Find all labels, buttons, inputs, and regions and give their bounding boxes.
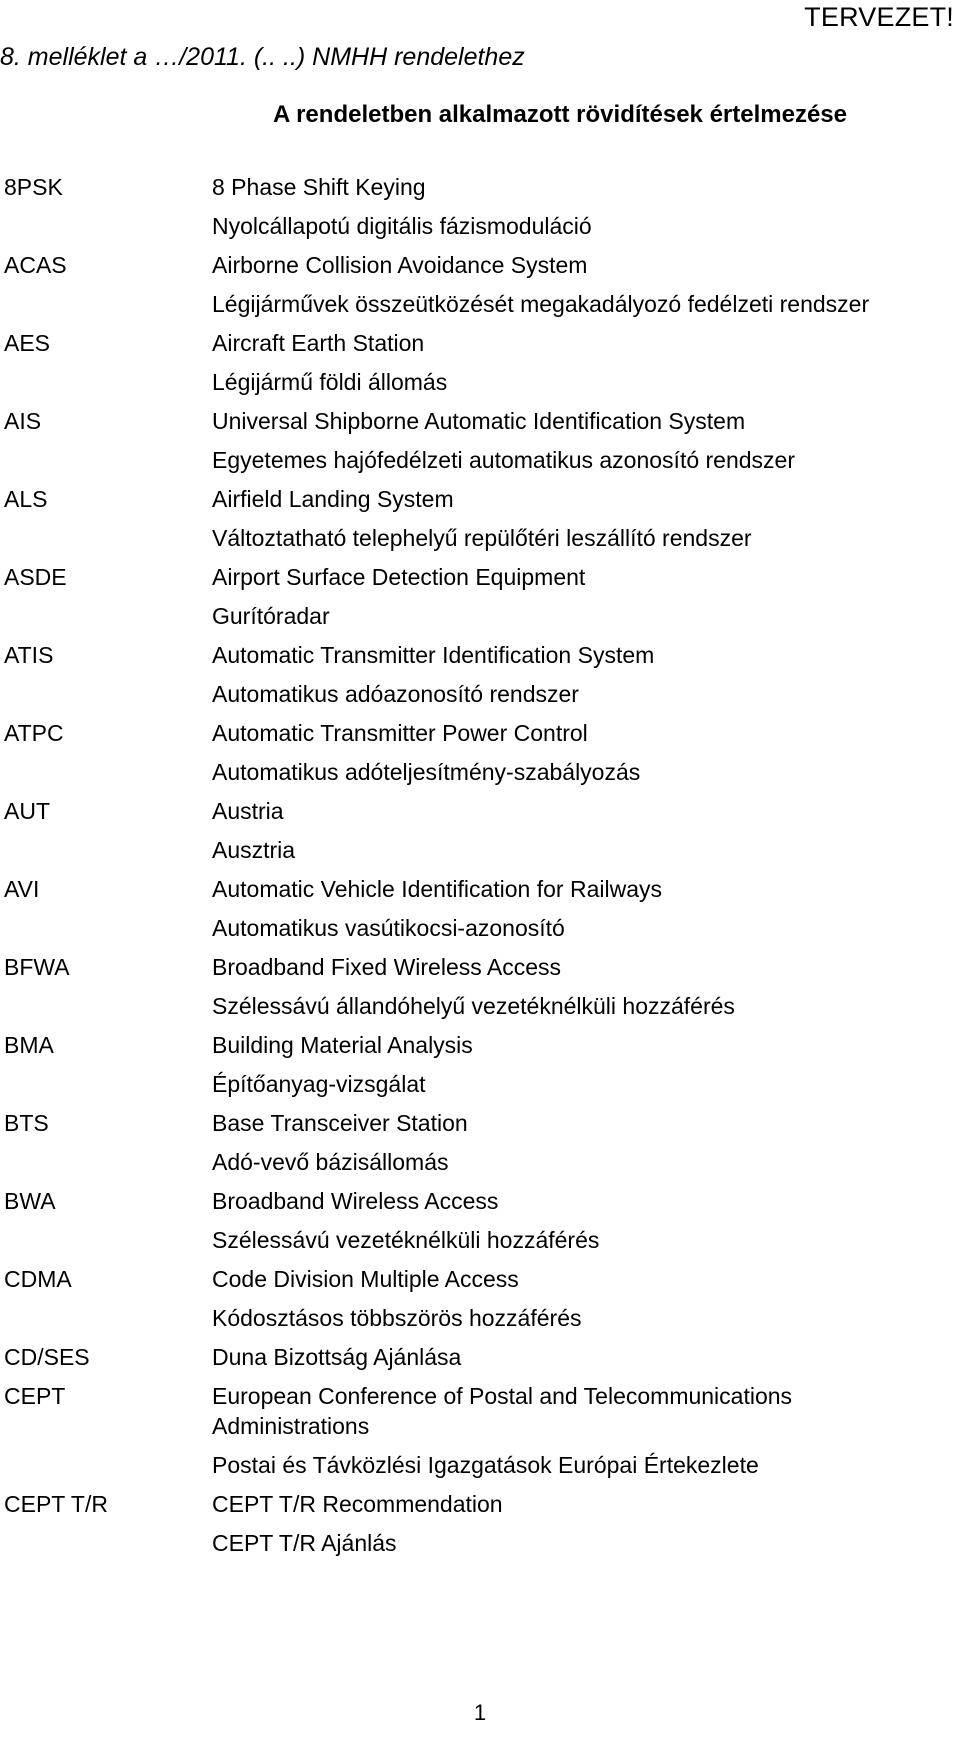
- definition-source: CEPT T/R Recommendation: [212, 1491, 503, 1517]
- definition-translation: Automatikus vasútikocsi-azonosító: [212, 915, 565, 941]
- abbreviation-term: BWA: [4, 1188, 56, 1214]
- abbreviation-term: ATPC: [4, 720, 64, 746]
- abbreviation-entry: BMA Building Material Analysis Építőanyag-…: [0, 1026, 960, 1104]
- abbreviation-entry: CDMA Code Division Multiple Access Kódoszt…: [0, 1260, 960, 1338]
- definition-translation: Gurítóradar: [212, 603, 330, 629]
- abbreviation-term: AUT: [4, 798, 50, 824]
- abbreviation-definitions: Building Material Analysis Építőanyag-viz…: [212, 1026, 960, 1104]
- annex-reference: 8. melléklet a …/2011. (.. ..) NMHH rend…: [0, 43, 525, 71]
- page-number: 1: [473, 1700, 487, 1725]
- definition-source: Base Transceiver Station: [212, 1110, 468, 1136]
- abbreviation-term: BTS: [4, 1110, 49, 1136]
- definition-source: Broadband Fixed Wireless Access: [212, 954, 561, 980]
- definition-source: Airfield Landing System: [212, 486, 454, 512]
- definition-translation: Automatikus adóteljesítmény-szabályozás: [212, 759, 641, 785]
- abbreviation-entry: ACAS Airborne Collision Avoidance System L…: [0, 246, 960, 324]
- abbreviation-definitions: Broadband Fixed Wireless Access Szélessáv…: [212, 948, 960, 1026]
- abbreviation-entry: AVI Automatic Vehicle Identification for …: [0, 870, 960, 948]
- abbreviation-definitions: Duna Bizottság Ajánlása: [212, 1338, 960, 1377]
- abbreviation-term: BFWA: [4, 954, 70, 980]
- abbreviation-definitions: Base Transceiver Station Adó-vevő bázisál…: [212, 1104, 960, 1182]
- abbreviation-term: ATIS: [4, 642, 54, 668]
- abbreviation-term: CEPT T/R: [4, 1491, 108, 1517]
- definition-translation: Építőanyag-vizsgálat: [212, 1071, 426, 1097]
- abbreviation-entry: CEPT T/R CEPT T/R Recommendation CEPT T/R …: [0, 1485, 960, 1563]
- definition-source: Austria: [212, 798, 284, 824]
- definition-source: European Conference of Postal and Teleco…: [212, 1383, 793, 1439]
- definition-translation: Adó-vevő bázisállomás: [212, 1149, 449, 1175]
- page-title: A rendeletben alkalmazott rövidítések ér…: [272, 101, 847, 128]
- definition-translation: Kódosztásos többszörös hozzáférés: [212, 1305, 582, 1331]
- definition-source: Broadband Wireless Access: [212, 1188, 499, 1214]
- definition-translation: Légijármű földi állomás: [212, 369, 448, 395]
- definition-translation: CEPT T/R Ajánlás: [212, 1530, 397, 1556]
- definition-source: 8 Phase Shift Keying: [212, 174, 426, 200]
- definition-translation: Ausztria: [212, 837, 296, 863]
- abbreviation-term: AVI: [4, 876, 40, 902]
- abbreviation-term: AES: [4, 330, 51, 356]
- abbreviation-definitions: 8 Phase Shift Keying Nyolcállapotú digitá…: [212, 168, 960, 246]
- abbreviation-definitions: Airport Surface Detection Equipment Gurít…: [212, 558, 960, 636]
- definition-translation: Postai és Távközlési Igazgatások Európai…: [212, 1452, 759, 1478]
- abbreviation-term: BMA: [4, 1032, 54, 1058]
- abbreviation-definitions: Code Division Multiple Access Kódosztásos…: [212, 1260, 960, 1338]
- definition-source: Automatic Transmitter Identification Sys…: [212, 642, 655, 668]
- definition-source: Automatic Vehicle Identification for Rai…: [212, 876, 662, 902]
- abbreviation-definitions: European Conference of Postal and Teleco…: [212, 1377, 960, 1485]
- abbreviation-definitions: Airfield Landing System Változtatható tel…: [212, 480, 960, 558]
- document-page: TERVEZET! 8. melléklet a …/2011. (.. ..)…: [0, 0, 960, 1740]
- abbreviation-term: CDMA: [4, 1266, 72, 1292]
- definition-translation: Automatikus adóazonosító rendszer: [212, 681, 579, 707]
- abbreviation-term: AIS: [4, 408, 42, 434]
- definition-source: Automatic Transmitter Power Control: [212, 720, 588, 746]
- abbreviation-definitions: Automatic Vehicle Identification for Rai…: [212, 870, 960, 948]
- draft-stamp: TERVEZET!: [804, 2, 954, 32]
- abbreviation-term: ALS: [4, 486, 48, 512]
- definition-translation: Szélessávú vezetéknélküli hozzáférés: [212, 1227, 600, 1253]
- abbreviation-term: CEPT: [4, 1383, 66, 1409]
- abbreviation-entry: ATIS Automatic Transmitter Identification…: [0, 636, 960, 714]
- definition-source: Code Division Multiple Access: [212, 1266, 519, 1292]
- abbreviation-entry: CD/SES Duna Bizottság Ajánlása: [0, 1338, 960, 1377]
- definition-source: Duna Bizottság Ajánlása: [212, 1344, 462, 1370]
- abbreviation-definitions: Automatic Transmitter Power Control Autom…: [212, 714, 960, 792]
- abbreviation-term: ASDE: [4, 564, 67, 590]
- abbreviation-entry: BWA Broadband Wireless Access Szélessávú v…: [0, 1182, 960, 1260]
- abbreviation-definitions: CEPT T/R Recommendation CEPT T/R Ajánlás: [212, 1485, 960, 1563]
- abbreviation-definitions: Universal Shipborne Automatic Identifica…: [212, 402, 960, 480]
- abbreviation-definitions: Airborne Collision Avoidance System Légij…: [212, 246, 960, 324]
- definition-translation: Nyolcállapotú digitális fázismoduláció: [212, 213, 592, 239]
- abbreviation-definitions: Austria Ausztria: [212, 792, 960, 870]
- abbreviation-definitions: Aircraft Earth Station Légijármű földi ál…: [212, 324, 960, 402]
- abbreviation-definitions: Broadband Wireless Access Szélessávú veze…: [212, 1182, 960, 1260]
- definition-source: Universal Shipborne Automatic Identifica…: [212, 408, 746, 434]
- abbreviation-entry: AUT Austria Ausztria: [0, 792, 960, 870]
- abbreviation-definitions: Automatic Transmitter Identification Sys…: [212, 636, 960, 714]
- definition-source: Airport Surface Detection Equipment: [212, 564, 586, 590]
- abbreviation-entry: BTS Base Transceiver Station Adó-vevő bázi…: [0, 1104, 960, 1182]
- definition-source: Airborne Collision Avoidance System: [212, 252, 588, 278]
- definition-translation: Szélessávú állandóhelyű vezetéknélküli h…: [212, 993, 735, 1019]
- abbreviation-entry: AES Aircraft Earth Station Légijármű földi…: [0, 324, 960, 402]
- definition-translation: Légijárművek összeütközését megakadályoz…: [212, 291, 870, 317]
- abbreviation-entry: BFWA Broadband Fixed Wireless Access Széle…: [0, 948, 960, 1026]
- abbreviation-entry: ASDE Airport Surface Detection Equipment G…: [0, 558, 960, 636]
- abbreviation-entry: ATPC Automatic Transmitter Power Control A…: [0, 714, 960, 792]
- abbreviation-entry: CEPT European Conference of Postal and Te…: [0, 1377, 960, 1485]
- abbreviation-entry: 8PSK 8 Phase Shift Keying Nyolcállapotú di…: [0, 168, 960, 246]
- definition-translation: Egyetemes hajófedélzeti automatikus azon…: [212, 447, 795, 473]
- abbreviation-entry: ALS Airfield Landing System Változtatható …: [0, 480, 960, 558]
- abbreviation-term: 8PSK: [4, 174, 63, 200]
- abbreviation-entry: AIS Universal Shipborne Automatic Identif…: [0, 402, 960, 480]
- definition-source: Building Material Analysis: [212, 1032, 473, 1058]
- definition-source: Aircraft Earth Station: [212, 330, 425, 356]
- definition-translation: Változtatható telephelyű repülőtéri lesz…: [212, 525, 752, 551]
- abbreviation-term: CD/SES: [4, 1344, 90, 1370]
- abbreviation-term: ACAS: [4, 252, 67, 278]
- abbreviation-list: 8PSK 8 Phase Shift Keying Nyolcállapotú di…: [0, 168, 960, 1563]
